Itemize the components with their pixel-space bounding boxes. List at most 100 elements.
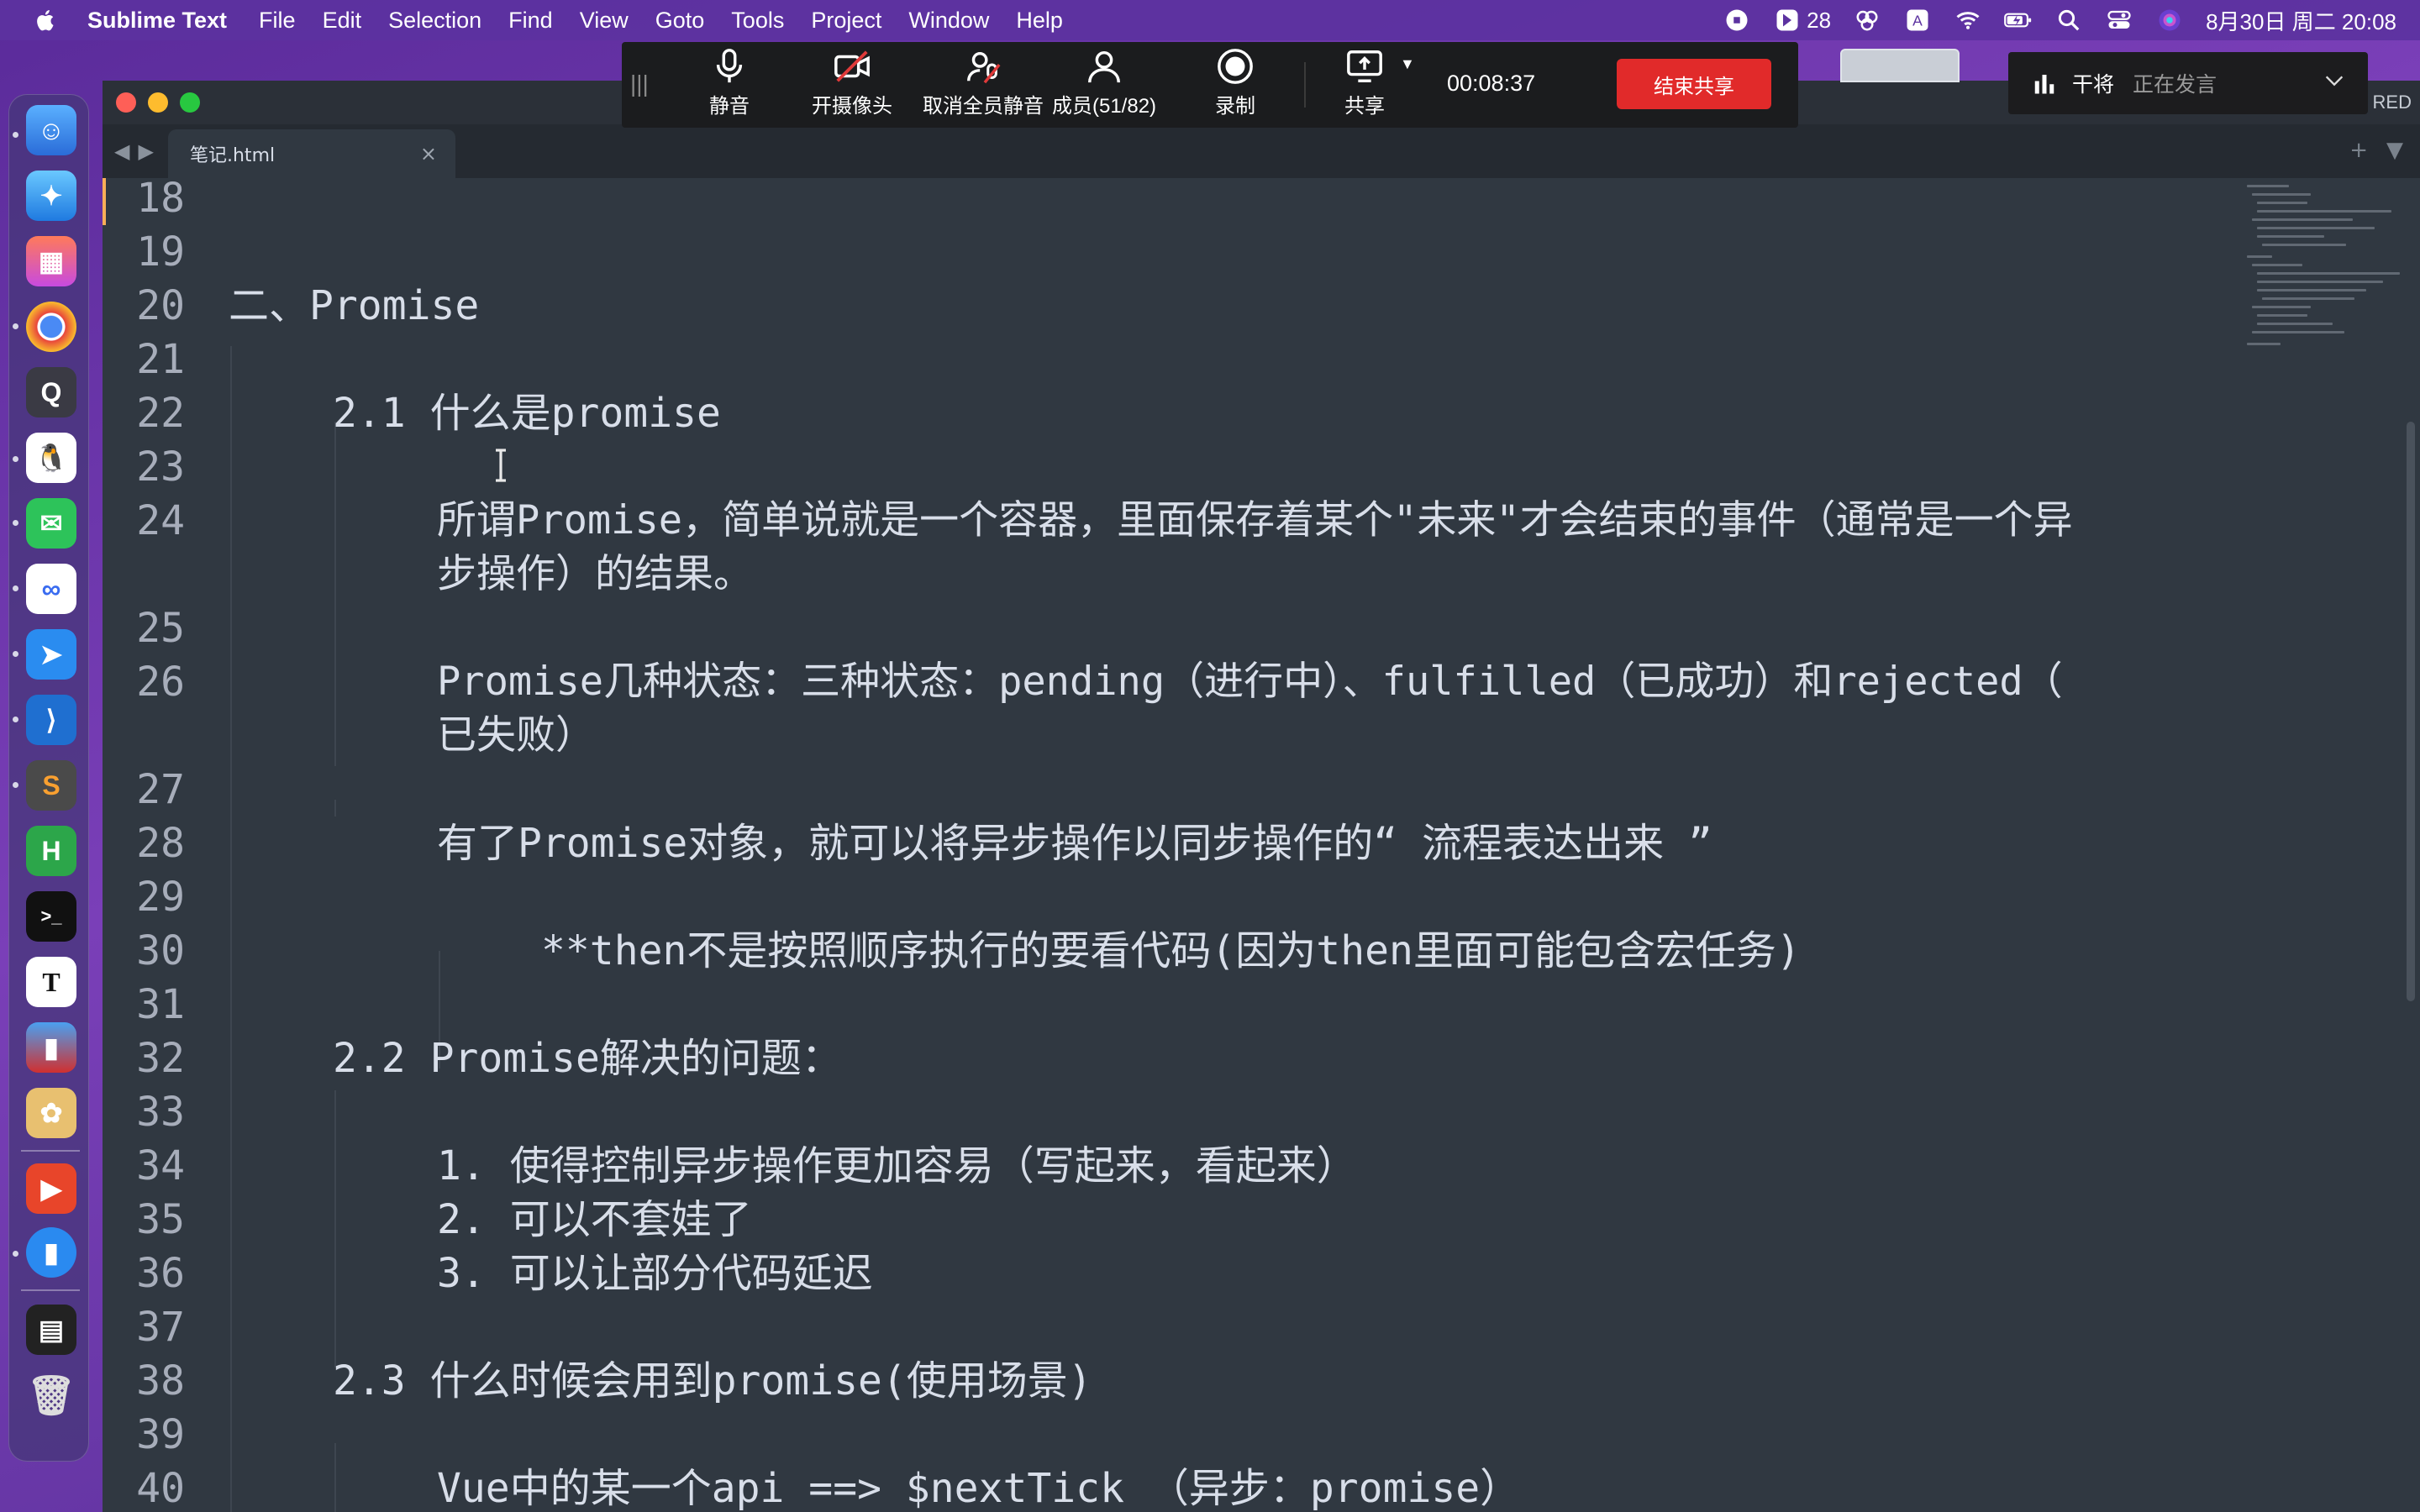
minimap[interactable] [2247, 180, 2400, 348]
record-button[interactable]: 录制 [1215, 47, 1255, 124]
tab-label: 笔记.html [190, 145, 276, 166]
feishu-badge[interactable]: 28 [1773, 8, 1831, 34]
menu-window[interactable]: Window [908, 8, 989, 34]
launchpad-icon[interactable]: ▦ [26, 236, 76, 286]
meeting-timer: 00:08:37 [1447, 71, 1536, 96]
line-number: 32 [136, 1035, 185, 1082]
dock: ☺ ✦ ▦ Q 🐧 ✉ ∞ ➤ ⟩ S H >_ T ▮ ✿ ▶ ▮ ▤ 🗑 [8, 94, 89, 1462]
svg-text:A: A [1912, 12, 1923, 29]
editor-area[interactable]: 18 19 20 21 22 23 24 25 26 27 28 29 30 3… [103, 175, 2420, 1512]
screen-record-status-icon[interactable] [1723, 8, 1751, 33]
window-thumbnail[interactable] [1840, 49, 1960, 82]
tab-notes-html[interactable]: 笔记.html × [168, 129, 455, 178]
indent-guide [334, 422, 336, 766]
wechat-icon[interactable]: ✉ [26, 498, 76, 549]
menu-edit[interactable]: Edit [323, 8, 362, 34]
feishu-icon[interactable]: ➤ [26, 629, 76, 680]
end-share-button[interactable]: 结束共享 [1617, 59, 1771, 109]
code-line: **then不是按照顺序执行的要看代码(因为then里面可能包含宏任务) [541, 927, 1801, 974]
new-tab-icon[interactable]: + [2349, 138, 2368, 163]
trash-icon[interactable]: 🗑 [26, 1370, 76, 1420]
active-speaker-panel[interactable]: 干将 正在发言 [2008, 52, 2368, 114]
dock-separator [21, 1150, 80, 1152]
code-line-heading: 二、Promise [229, 282, 480, 329]
code-line-subheading: 2.3 什么时候会用到promise(使用场景) [333, 1357, 1092, 1404]
running-indicator [13, 1251, 18, 1257]
code-line-subheading: 2.2 Promise解决的问题： [333, 1035, 842, 1082]
battery-icon[interactable] [2004, 8, 2033, 33]
wifi-icon[interactable] [1954, 8, 1982, 33]
share-options-dropdown-icon[interactable]: ▼ [1400, 55, 1415, 73]
tab-bar-controls: + ▼ [2349, 138, 2403, 163]
menu-goto[interactable]: Goto [655, 8, 705, 34]
safari-icon[interactable]: ✦ [26, 171, 76, 221]
menu-find[interactable]: Find [508, 8, 553, 34]
unmute-all-button[interactable]: 取消全员静音 [923, 47, 1044, 124]
sublime-text-icon[interactable]: S [26, 760, 76, 811]
color-ui-icon[interactable]: ✿ [26, 1088, 76, 1138]
menu-project[interactable]: Project [811, 8, 881, 34]
meeting-app-icon[interactable] [1853, 8, 1881, 33]
downloads-stack-icon[interactable]: ▤ [26, 1305, 76, 1355]
meeting-toolbar: ||| 静音 开摄像头 取消全员静音 成员(51/82) 录制 共享 ▼ 00:… [622, 42, 1798, 128]
text-cursor-icon [496, 449, 506, 482]
finder-icon[interactable]: ☺ [26, 105, 76, 155]
vertical-scrollbar[interactable] [2407, 422, 2415, 1001]
menu-view[interactable]: View [580, 8, 629, 34]
microphone-icon [716, 49, 743, 83]
zoom-window-button[interactable] [180, 92, 200, 113]
badge-count: 28 [1807, 7, 1832, 33]
record-icon [1218, 49, 1253, 84]
running-indicator [13, 323, 18, 329]
code-line-wrap: 步操作）的结果。 [437, 551, 753, 597]
input-method-icon[interactable]: A [1903, 8, 1932, 33]
chevron-down-icon[interactable] [2323, 69, 2346, 92]
qq-icon[interactable]: 🐧 [26, 433, 76, 483]
parallels-icon[interactable]: ▮ [26, 1022, 76, 1073]
mute-button[interactable]: 静音 [709, 47, 750, 124]
code-line: 1. 使得控制异步操作更加容易（写起来，看起来） [437, 1142, 1357, 1189]
line-number: 20 [136, 282, 185, 329]
running-indicator [13, 456, 18, 462]
close-tab-icon[interactable]: × [420, 142, 437, 165]
line-number: 38 [136, 1357, 185, 1404]
share-button[interactable]: 共享 [1344, 47, 1385, 124]
vscode-icon[interactable]: ⟩ [26, 695, 76, 745]
menu-app-name[interactable]: Sublime Text [87, 8, 227, 34]
apple-icon[interactable] [34, 8, 59, 33]
drag-handle-icon[interactable]: ||| [630, 71, 649, 97]
menu-file[interactable]: File [259, 8, 296, 34]
line-number: 26 [136, 659, 185, 706]
hbuilder-icon[interactable]: H [26, 826, 76, 876]
menu-selection[interactable]: Selection [388, 8, 481, 34]
menu-bar: Sublime Text File Edit Selection Find Vi… [0, 0, 2420, 40]
members-icon [1088, 50, 1120, 83]
chrome-icon[interactable] [26, 302, 76, 352]
clock-datetime[interactable]: 8月30日 周二 20:08 [2206, 5, 2396, 36]
close-window-button[interactable] [116, 92, 136, 113]
typora-icon[interactable]: T [26, 957, 76, 1007]
members-button[interactable]: 成员(51/82) [1052, 47, 1156, 124]
line-number: 34 [136, 1142, 185, 1189]
screen-recorder-icon[interactable]: ▶ [26, 1163, 76, 1214]
mute-label: 静音 [709, 95, 750, 118]
line-number: 33 [136, 1089, 185, 1136]
tencent-meeting-icon[interactable]: ∞ [26, 564, 76, 614]
menu-tools[interactable]: Tools [731, 8, 784, 34]
search-icon[interactable] [2054, 8, 2083, 33]
quicktime-icon[interactable]: Q [26, 367, 76, 417]
code-line: 有了Promise对象，就可以将异步操作以同步操作的“ 流程表达出来 ” [437, 820, 1712, 867]
control-center-icon[interactable] [2105, 8, 2133, 33]
zoom-icon[interactable]: ▮ [26, 1227, 76, 1278]
minimize-window-button[interactable] [148, 92, 168, 113]
camera-button[interactable]: 开摄像头 [812, 47, 892, 124]
share-screen-icon [1347, 50, 1382, 82]
window-title-fragment: RED [2364, 86, 2420, 119]
tab-nav-arrows-icon[interactable]: ◀▶ [114, 139, 162, 163]
terminal-icon[interactable]: >_ [26, 891, 76, 942]
siri-icon[interactable] [2155, 8, 2184, 33]
tab-list-dropdown-icon[interactable]: ▼ [2386, 138, 2403, 163]
line-number: 19 [136, 228, 185, 276]
code-line: Promise几种状态：三种状态：pending（进行中）、fulfilled（… [437, 659, 2063, 705]
menu-help[interactable]: Help [1016, 8, 1063, 34]
